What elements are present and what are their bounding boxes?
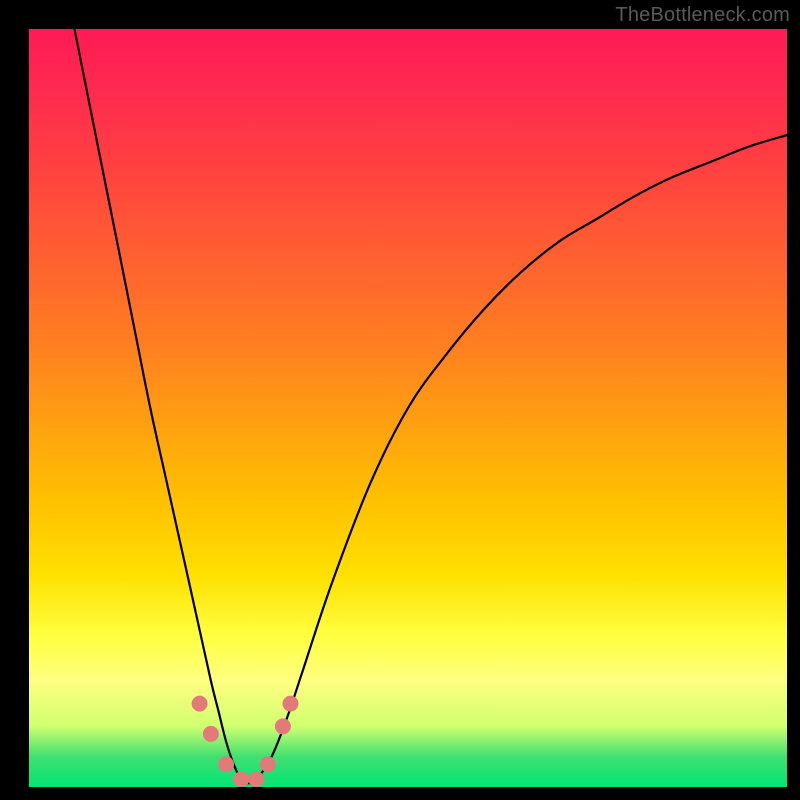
- curve-marker: [248, 771, 264, 787]
- curve-marker: [218, 756, 234, 772]
- plot-area: [29, 29, 787, 787]
- curve-marker: [260, 756, 276, 772]
- curve-svg: [29, 29, 787, 787]
- curve-marker: [283, 696, 299, 712]
- curve-marker: [275, 718, 291, 734]
- attribution-label: TheBottleneck.com: [615, 4, 790, 27]
- curve-markers: [192, 696, 299, 787]
- curve-marker: [203, 726, 219, 742]
- bottleneck-curve: [75, 29, 788, 783]
- curve-marker: [233, 771, 249, 787]
- chart-container: TheBottleneck.com: [0, 0, 800, 800]
- curve-marker: [192, 696, 208, 712]
